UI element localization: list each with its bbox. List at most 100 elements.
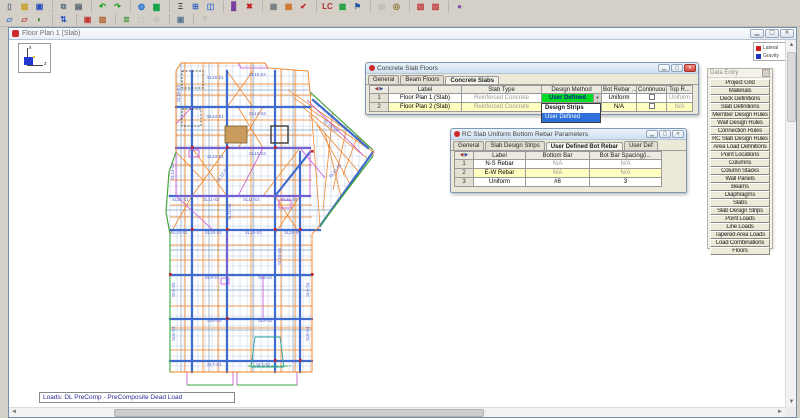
beam-tool-icon[interactable]: Ξ bbox=[174, 1, 187, 12]
rc-slab-bottom-rebar-dialog[interactable]: RC Slab Uniform Bottom Rebar Parameters … bbox=[450, 128, 687, 193]
sidebar-item-load-combinations[interactable]: Load Combinations bbox=[710, 239, 770, 247]
cell-bottom-bar[interactable]: #8 bbox=[526, 178, 590, 187]
view-table-2-icon[interactable]: ▥ bbox=[429, 1, 442, 12]
window-layout-icon[interactable]: ◫ bbox=[204, 1, 217, 12]
minimize-button[interactable]: ▁ bbox=[750, 29, 764, 38]
undo-icon[interactable]: ↶ bbox=[96, 1, 109, 12]
save-file-icon[interactable]: ▣ bbox=[33, 1, 46, 12]
cell-bottom-bar[interactable]: N/A bbox=[526, 160, 590, 169]
cell-bot-bar-spacing[interactable]: 3 bbox=[590, 178, 662, 187]
scroll-right-arrow[interactable]: ► bbox=[775, 408, 785, 418]
dialog2-maximize-button[interactable]: ▢ bbox=[659, 130, 671, 138]
copy-icon[interactable]: ⧉ bbox=[57, 1, 70, 12]
delete-icon[interactable]: ✖ bbox=[243, 1, 256, 12]
view-table-1-icon[interactable]: ▥ bbox=[414, 1, 427, 12]
grid-plain-icon[interactable]: ▦ bbox=[267, 1, 280, 12]
scroll-up-arrow[interactable]: ▲ bbox=[786, 40, 797, 50]
story-levels-icon[interactable]: ▆ bbox=[150, 1, 163, 12]
next-record-button[interactable]: ▶ bbox=[465, 152, 469, 159]
print-preview-icon[interactable]: ◎ bbox=[390, 1, 403, 12]
sidebar-item-wall-design-rules[interactable]: Wall Design Rules bbox=[710, 119, 770, 127]
sphere-icon[interactable]: ● bbox=[453, 1, 466, 12]
floor-plan-titlebar[interactable]: Floor Plan 1 (Slab) ▁ ▢ ✕ bbox=[9, 28, 796, 40]
data-entry-close-button[interactable] bbox=[762, 69, 770, 77]
sidebar-item-point-locations[interactable]: Point Locations bbox=[710, 151, 770, 159]
cell-design-method[interactable]: User Defined▼ bbox=[542, 94, 602, 103]
prev-record-button[interactable]: ◀ bbox=[460, 152, 464, 159]
cell-bottom-bar[interactable]: N/A bbox=[526, 169, 590, 178]
sidebar-item-member-design-rules[interactable]: Member Design Rules bbox=[710, 111, 770, 119]
sidebar-item-connection-rules[interactable]: Connection Rules bbox=[710, 127, 770, 135]
design-method-dropdown-list[interactable]: Design StripsUser Defined bbox=[541, 103, 601, 123]
dialog1-titlebar[interactable]: Concrete Slab Floors ▁ ▢ ✕ bbox=[366, 63, 698, 74]
cell-label[interactable]: Uniform bbox=[474, 178, 526, 187]
export-model-icon[interactable]: ▱ bbox=[18, 14, 31, 25]
import-model-icon[interactable]: ▱ bbox=[3, 14, 16, 25]
recover-view-icon[interactable]: ▨ bbox=[96, 14, 109, 25]
snapshot-icon[interactable]: ▣ bbox=[174, 14, 187, 25]
dialog1-tab-concrete-slabs[interactable]: Concrete Slabs bbox=[445, 76, 499, 85]
open-file-icon[interactable]: ▨ bbox=[18, 1, 31, 12]
cell-bot-bar-spacing[interactable]: N/A bbox=[590, 169, 662, 178]
floor-plan-viewport[interactable]: x z bbox=[9, 40, 785, 407]
cell-bot-rebar[interactable]: N/A bbox=[602, 103, 637, 112]
dialog1-tab-beam-floors[interactable]: Beam Floors bbox=[400, 75, 444, 84]
cell-label[interactable]: Floor Plan 2 (Slab) bbox=[389, 103, 462, 112]
globe-view-icon[interactable]: ◍ bbox=[135, 1, 148, 12]
save-view-icon[interactable]: ▣ bbox=[81, 14, 94, 25]
sidebar-item-wall-panels[interactable]: Wall Panels bbox=[710, 175, 770, 183]
cell-bot-rebar[interactable]: Uniform bbox=[602, 94, 637, 103]
dialog1-close-button[interactable]: ✕ bbox=[684, 64, 696, 72]
maximize-button[interactable]: ▢ bbox=[765, 29, 779, 38]
dialog1-maximize-button[interactable]: ▢ bbox=[671, 64, 683, 72]
flag-icon[interactable]: ⚑ bbox=[351, 1, 364, 12]
dialog1-tab-general[interactable]: General bbox=[368, 75, 399, 84]
sidebar-item-column-stacks[interactable]: Column Stacks bbox=[710, 167, 770, 175]
sidebar-item-slabs[interactable]: Slabs bbox=[710, 199, 770, 207]
scroll-down-arrow[interactable]: ▼ bbox=[786, 397, 797, 407]
sidebar-item-project-grid[interactable]: Project Grid bbox=[710, 79, 770, 87]
dropdown-arrow-icon[interactable]: ▼ bbox=[593, 94, 601, 102]
sidebar-item-columns[interactable]: Columns bbox=[710, 159, 770, 167]
grid-check-icon[interactable]: ✔ bbox=[297, 1, 310, 12]
dialog2-close-button[interactable]: ✕ bbox=[672, 130, 684, 138]
prev-record-button[interactable]: ◀ bbox=[375, 86, 379, 93]
redo-icon[interactable]: ↷ bbox=[111, 1, 124, 12]
dialog2-tab-user-defined-bot-rebar[interactable]: User Defined Bot Rebar bbox=[546, 142, 623, 151]
add-view-icon[interactable]: ⊞ bbox=[189, 1, 202, 12]
dialog2-tab-user-def[interactable]: User Def bbox=[624, 141, 658, 150]
sidebar-item-beams[interactable]: Beams bbox=[710, 183, 770, 191]
load-cases-icon[interactable]: LC bbox=[321, 1, 334, 12]
cell-bot-bar-spacing[interactable]: N/A bbox=[590, 160, 662, 169]
sidebar-item-area-load-definitions[interactable]: Area Load Definitions bbox=[710, 143, 770, 151]
sidebar-item-slab-definitions[interactable]: Slab Definitions bbox=[710, 103, 770, 111]
vertical-scroll-thumb[interactable] bbox=[787, 52, 796, 122]
dropdown-option-design-strips[interactable]: Design Strips bbox=[542, 104, 600, 113]
sidebar-item-deck-definitions[interactable]: Deck Definitions bbox=[710, 95, 770, 103]
cell-label[interactable]: E-W Rebar bbox=[474, 169, 526, 178]
sidebar-item-materials[interactable]: Materials bbox=[710, 87, 770, 95]
model-sphere-icon[interactable]: ◐ bbox=[33, 14, 46, 25]
sidebar-item-line-loads[interactable]: Line Loads bbox=[710, 223, 770, 231]
design-method-selected-value[interactable]: User Defined▼ bbox=[542, 94, 601, 102]
continuous-checkbox[interactable] bbox=[649, 103, 655, 109]
concrete-slab-floors-dialog[interactable]: Concrete Slab Floors ▁ ▢ ✕ GeneralBeam F… bbox=[365, 62, 699, 115]
sidebar-item-tapered-area-loads[interactable]: Tapered Area Loads bbox=[710, 231, 770, 239]
cell-label[interactable]: Floor Plan 1 (Slab) bbox=[389, 94, 462, 103]
scroll-left-arrow[interactable]: ◄ bbox=[9, 408, 19, 418]
sort-stories-icon[interactable]: ⇅ bbox=[57, 14, 70, 25]
cell-label[interactable]: N-S Rebar bbox=[474, 160, 526, 169]
dialog2-tab-slab-design-strips[interactable]: Slab Design Strips bbox=[485, 141, 544, 150]
next-record-button[interactable]: ▶ bbox=[380, 86, 384, 93]
dialog2-titlebar[interactable]: RC Slab Uniform Bottom Rebar Parameters … bbox=[451, 129, 686, 140]
column-tool-icon[interactable]: ▊ bbox=[228, 1, 241, 12]
sidebar-item-diaphragms[interactable]: Diaphragms bbox=[710, 191, 770, 199]
green-table-icon[interactable]: ▩ bbox=[336, 1, 349, 12]
dialog2-minimize-button[interactable]: ▁ bbox=[646, 130, 658, 138]
continuous-checkbox[interactable] bbox=[649, 94, 655, 100]
print-icon[interactable]: ▤ bbox=[72, 1, 85, 12]
sidebar-item-floors[interactable]: Floors bbox=[710, 247, 770, 255]
close-button[interactable]: ✕ bbox=[780, 29, 794, 38]
horizontal-scroll-thumb[interactable] bbox=[114, 409, 484, 417]
sidebar-item-point-loads[interactable]: Point Loads bbox=[710, 215, 770, 223]
